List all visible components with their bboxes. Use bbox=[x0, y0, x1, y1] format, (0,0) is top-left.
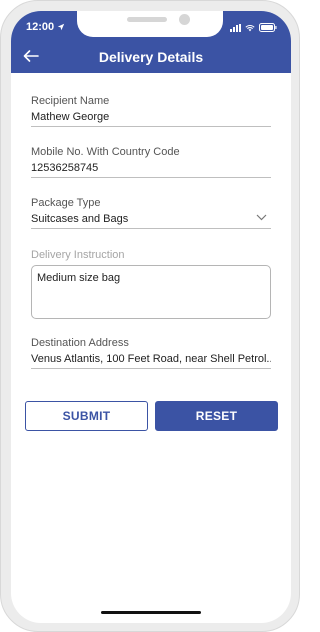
mobile-input[interactable]: 12536258745 bbox=[31, 161, 271, 178]
mobile-field: Mobile No. With Country Code 12536258745 bbox=[31, 146, 271, 178]
submit-button[interactable]: SUBMIT bbox=[25, 401, 148, 431]
destination-address-input[interactable]: Venus Atlantis, 100 Feet Road, near Shel… bbox=[31, 352, 271, 369]
wifi-icon bbox=[245, 24, 255, 31]
status-time-text: 12:00 bbox=[26, 21, 55, 33]
speaker-icon bbox=[127, 17, 167, 22]
signal-icon bbox=[230, 23, 241, 32]
phone-frame: 12:00 Delivery Details Recipient Name Ma… bbox=[0, 0, 300, 632]
reset-button[interactable]: RESET bbox=[155, 401, 278, 431]
status-time: 12:00 bbox=[26, 21, 65, 33]
package-type-value: Suitcases and Bags bbox=[31, 213, 129, 225]
package-type-select[interactable]: Suitcases and Bags bbox=[31, 212, 271, 229]
status-icons bbox=[230, 23, 277, 32]
destination-address-label: Destination Address bbox=[31, 337, 129, 349]
app-screen: 12:00 Delivery Details Recipient Name Ma… bbox=[11, 11, 291, 623]
chevron-down-icon bbox=[256, 214, 267, 221]
delivery-instruction-label: Delivery Instruction bbox=[31, 249, 125, 261]
home-indicator bbox=[101, 611, 201, 614]
camera-icon bbox=[179, 14, 190, 25]
device-notch bbox=[77, 11, 223, 37]
recipient-name-label: Recipient Name bbox=[31, 95, 110, 107]
mobile-label: Mobile No. With Country Code bbox=[31, 146, 180, 158]
recipient-name-input[interactable]: Mathew George bbox=[31, 110, 271, 127]
page-title: Delivery Details bbox=[98, 49, 204, 65]
package-type-field: Package Type Suitcases and Bags bbox=[31, 197, 271, 229]
package-type-label: Package Type bbox=[31, 197, 101, 209]
delivery-instruction-textarea[interactable]: Medium size bag bbox=[31, 265, 271, 319]
delivery-instruction-field: Delivery Instruction Medium size bag bbox=[31, 249, 271, 319]
recipient-name-field: Recipient Name Mathew George bbox=[31, 95, 271, 127]
app-header: 12:00 Delivery Details bbox=[11, 11, 291, 73]
location-arrow-icon bbox=[57, 23, 65, 31]
destination-address-field: Destination Address Venus Atlantis, 100 … bbox=[31, 337, 271, 369]
battery-icon bbox=[259, 23, 277, 32]
